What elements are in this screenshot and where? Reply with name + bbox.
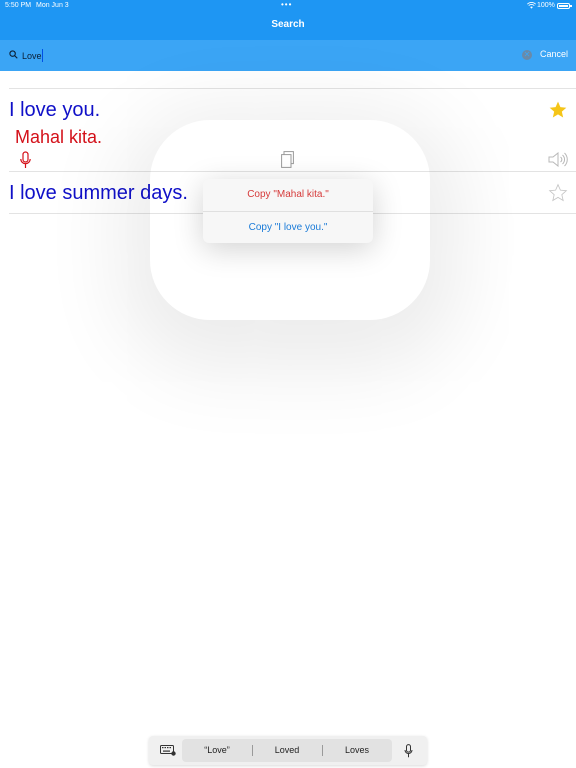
battery-percent: 100% [537, 2, 555, 9]
status-bar: 5:50 PM Mon Jun 3 ••• 100% [0, 0, 576, 12]
suggestion-item[interactable]: Loved [257, 745, 317, 755]
multitasking-dots-icon[interactable]: ••• [281, 0, 292, 9]
suggestion-item[interactable]: Loves [327, 745, 387, 755]
suggestion-separator [252, 745, 253, 756]
copy-translation-menu-item[interactable]: Copy "Mahal kita." [203, 179, 373, 211]
result-english-text[interactable]: I love you. [9, 99, 100, 122]
keyboard-suggestion-bar: “Love” Loved Loves [149, 736, 427, 765]
suggestions-strip: “Love” Loved Loves [182, 739, 392, 762]
search-icon [9, 50, 18, 59]
page-title: Search [271, 19, 305, 30]
battery-icon [557, 3, 570, 9]
suggestion-separator [322, 745, 323, 756]
result-translation-text[interactable]: Mahal kita. [15, 127, 102, 148]
divider [9, 88, 576, 89]
copy-english-menu-item[interactable]: Copy "I love you." [203, 211, 373, 243]
search-bar [0, 40, 576, 71]
search-input[interactable] [22, 48, 502, 63]
battery-tip [570, 5, 572, 7]
speaker-icon[interactable] [548, 152, 568, 167]
copy-menu: Copy "Mahal kita." Copy "I love you." [203, 179, 373, 243]
dictation-microphone-icon[interactable] [404, 744, 413, 758]
star-filled-icon[interactable] [548, 100, 568, 120]
text-caret [42, 49, 43, 62]
clear-search-icon[interactable]: ✕ [522, 50, 532, 60]
keyboard-icon[interactable] [160, 745, 176, 756]
header: 5:50 PM Mon Jun 3 ••• 100% Search ✕ Canc… [0, 0, 576, 71]
wifi-icon [527, 2, 536, 9]
suggestion-item[interactable]: “Love” [187, 745, 247, 755]
status-date: Mon Jun 3 [36, 2, 69, 9]
status-time: 5:50 PM [5, 2, 32, 9]
microphone-icon[interactable] [19, 151, 32, 169]
cancel-button[interactable]: Cancel [540, 49, 568, 59]
star-outline-icon[interactable] [548, 183, 568, 203]
